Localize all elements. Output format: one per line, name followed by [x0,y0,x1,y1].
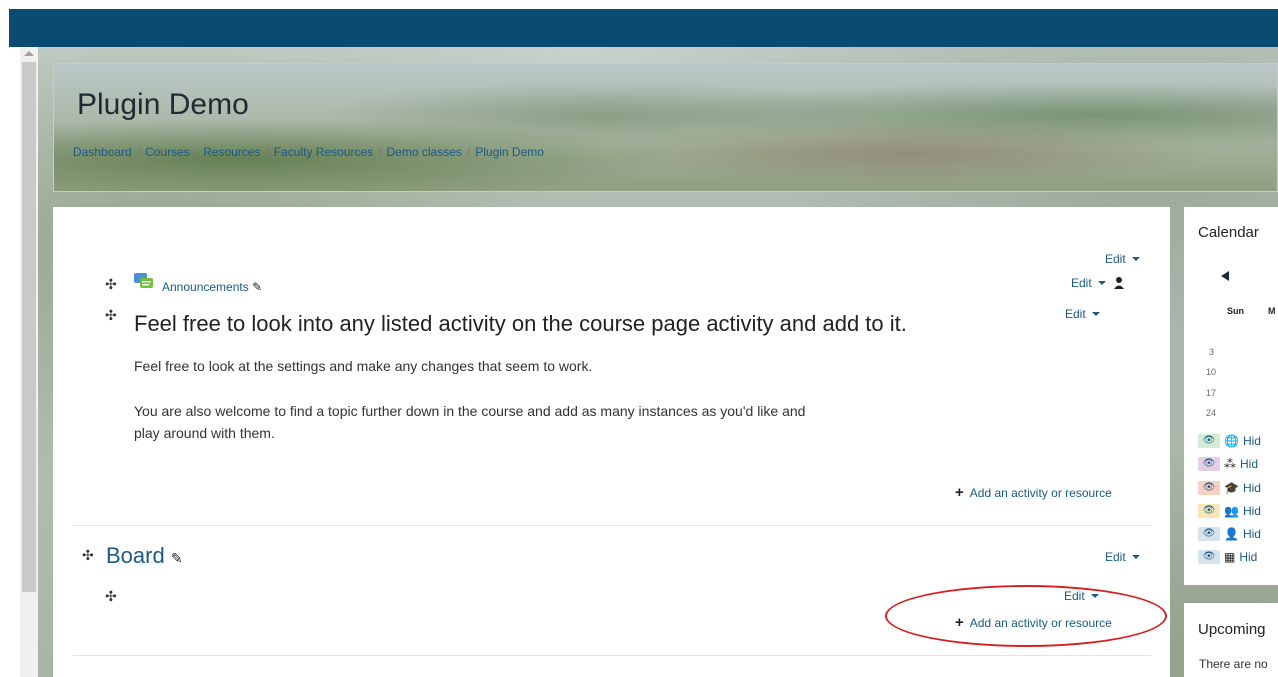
legend-label: Hid [1242,433,1261,448]
scrollbar-thumb[interactable] [22,62,36,592]
section-title-board[interactable]: Board ✎ [106,543,183,569]
announcements-edit-menu[interactable]: Edit [1071,276,1124,290]
breadcrumb-demo-classes[interactable]: Demo classes [387,145,462,159]
pencil-icon[interactable]: ✎ [171,550,183,566]
legend-label: Hid [1239,549,1258,564]
calendar-legend-item[interactable]: 👁 👤 Hid [1198,525,1278,542]
eye-icon[interactable]: 👁 [1198,480,1220,495]
eye-icon[interactable]: 👁 [1198,433,1220,448]
label-paragraph-2-line-2: play around with them. [134,425,275,441]
user-icon: 👤 [1224,526,1239,541]
breadcrumb-separator: / [378,145,382,159]
legend-label: Hid [1242,480,1261,495]
breadcrumb-separator: / [466,145,471,159]
breadcrumb-courses[interactable]: Courses [145,145,190,159]
top-navbar [9,9,1278,47]
label-edit-menu[interactable]: Edit [1065,307,1100,321]
breadcrumb-dashboard[interactable]: Dashboard [73,145,132,159]
breadcrumb-separator: / [194,145,199,159]
eye-icon[interactable]: 👁 [1198,549,1220,564]
forum-icon [134,273,153,288]
upcoming-text: There are no [1199,657,1268,671]
calendar-day[interactable]: 3 [1209,347,1214,357]
add-activity-button[interactable]: + Add an activity or resource [955,484,1112,501]
calendar-title: Calendar [1198,224,1259,241]
announcements-label: Announcements [162,280,249,294]
label-paragraph-2-line-1: You are also welcome to find a topic fur… [134,403,806,419]
breadcrumb-separator: / [265,145,269,159]
calendar-legend-item[interactable]: 👁 👥 Hid [1198,502,1278,519]
plus-icon: + [955,484,964,501]
section-title-text: Board [106,543,165,568]
move-icon[interactable]: ✣ [105,276,117,293]
move-icon[interactable]: ✣ [105,307,117,324]
calendar-day-header: Sun [1227,306,1244,316]
calendar-day-header: M [1268,306,1276,316]
edit-label: Edit [1071,276,1092,290]
calendar-legend-item[interactable]: 👁 🌐 Hid [1198,432,1278,449]
course-header [53,63,1278,192]
label-paragraph-1: Feel free to look at the settings and ma… [134,358,593,374]
move-icon[interactable]: ✣ [82,547,94,564]
section-divider [73,525,1151,526]
legend-label: Hid [1242,503,1261,518]
upcoming-title: Upcoming [1198,621,1266,638]
calendar-legend-item[interactable]: 👁 ▦ Hid [1198,548,1278,565]
eye-icon[interactable]: 👁 [1198,503,1220,518]
page-title: Plugin Demo [77,88,249,121]
highlight-ellipse [885,585,1167,647]
user-icon[interactable] [1113,277,1124,289]
calendar-legend-item[interactable]: 👁 🎓 Hid [1198,479,1278,496]
move-icon[interactable]: ✣ [105,588,117,605]
globe-icon: 🌐 [1224,433,1239,448]
caret-down-icon [1091,312,1100,316]
scroll-up-arrow-icon[interactable] [24,51,34,56]
calendar-day[interactable]: 17 [1206,388,1216,398]
pencil-icon[interactable]: ✎ [252,280,262,294]
calendar-day[interactable]: 24 [1206,408,1216,418]
legend-label: Hid [1242,526,1261,541]
calendar-day[interactable]: 10 [1206,367,1216,377]
eye-icon[interactable]: 👁 [1198,456,1220,471]
eye-icon[interactable]: 👁 [1198,526,1220,541]
add-activity-label: Add an activity or resource [969,485,1112,500]
calendar-prev-icon[interactable] [1221,271,1229,281]
legend-label: Hid [1240,456,1259,471]
section0-edit-menu[interactable]: Edit [1105,252,1140,266]
users-icon: 👥 [1224,503,1239,518]
caret-down-icon [1131,257,1140,261]
edit-label: Edit [1065,307,1086,321]
breadcrumb: Dashboard / Courses / Resources / Facult… [73,145,544,159]
section-divider [73,655,1151,656]
breadcrumb-separator: / [136,145,141,159]
edit-label: Edit [1105,550,1126,564]
caret-down-icon [1131,555,1140,559]
calendar-icon: ▦ [1224,549,1236,564]
edit-label: Edit [1105,252,1126,266]
announcements-link[interactable]: Announcements ✎ [162,280,262,294]
label-heading: Feel free to look into any listed activi… [134,311,907,336]
breadcrumb-resources[interactable]: Resources [203,145,260,159]
breadcrumb-faculty-resources[interactable]: Faculty Resources [274,145,373,159]
calendar-legend-item[interactable]: 👁 ⁂ Hid [1198,455,1278,472]
graduation-cap-icon: 🎓 [1224,480,1239,495]
breadcrumb-plugin-demo[interactable]: Plugin Demo [475,145,544,159]
cubes-icon: ⁂ [1224,456,1236,471]
board-edit-menu[interactable]: Edit [1105,550,1140,564]
caret-down-icon [1097,281,1106,285]
